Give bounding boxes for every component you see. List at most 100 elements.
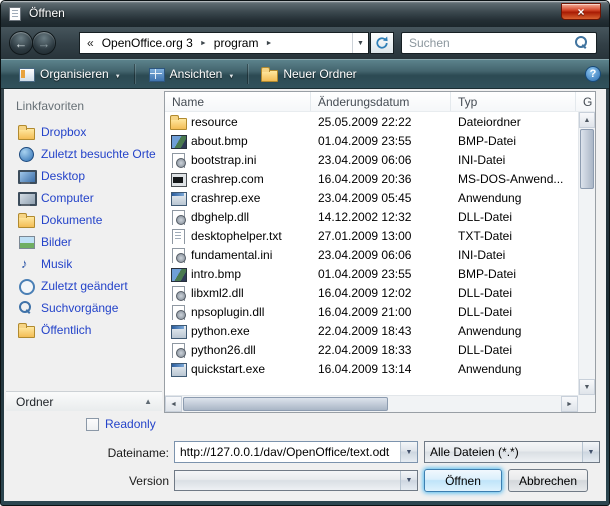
table-row[interactable]: npsoplugin.dll 16.04.2009 21:00 DLL-Date… bbox=[165, 302, 578, 321]
table-row[interactable]: resource 25.05.2009 22:22 Dateiordner bbox=[165, 112, 578, 131]
breadcrumb-separator-icon[interactable]: ► bbox=[262, 40, 275, 47]
table-row[interactable]: dbghelp.dll 14.12.2002 12:32 DLL-Datei bbox=[165, 207, 578, 226]
table-row[interactable]: quickstart.exe 16.04.2009 13:14 Anwendun… bbox=[165, 359, 578, 378]
scroll-right-button[interactable] bbox=[561, 396, 578, 412]
vertical-scrollbar[interactable] bbox=[578, 112, 595, 395]
back-button[interactable]: ← bbox=[9, 31, 33, 55]
open-button[interactable]: Öffnen bbox=[424, 469, 502, 492]
filetype-select[interactable]: Alle Dateien (*.*) bbox=[424, 441, 600, 463]
refresh-button[interactable] bbox=[370, 32, 394, 54]
scroll-up-button[interactable] bbox=[579, 112, 595, 128]
close-icon: × bbox=[577, 5, 584, 19]
table-row[interactable]: fundamental.ini 23.04.2009 06:06 INI-Dat… bbox=[165, 245, 578, 264]
table-row[interactable]: python26.dll 22.04.2009 18:33 DLL-Datei bbox=[165, 340, 578, 359]
filetype-dropdown-icon[interactable] bbox=[582, 442, 599, 462]
organize-button[interactable]: Organisieren bbox=[9, 63, 130, 85]
readonly-checkbox[interactable] bbox=[86, 418, 99, 431]
sidebar-item-desktop[interactable]: Desktop bbox=[6, 165, 162, 187]
column-header-date[interactable]: Änderungsdatum bbox=[311, 92, 451, 111]
file-date: 22.04.2009 18:43 bbox=[311, 324, 451, 338]
favorites-heading: Linkfavoriten bbox=[6, 93, 162, 121]
table-row[interactable]: crashrep.exe 23.04.2009 05:45 Anwendung bbox=[165, 188, 578, 207]
sidebar-item-label: Computer bbox=[41, 191, 94, 205]
readonly-row: Readonly bbox=[86, 417, 156, 431]
sidebar-item-suchvorgänge[interactable]: Suchvorgänge bbox=[6, 297, 162, 319]
sidebar-item-zuletzt-besuchte-orte[interactable]: Zuletzt besuchte Orte bbox=[6, 143, 162, 165]
filename-dropdown-icon[interactable] bbox=[400, 442, 417, 462]
table-row[interactable]: about.bmp 01.04.2009 23:55 BMP-Datei bbox=[165, 131, 578, 150]
sidebar-item-musik[interactable]: Musik bbox=[6, 253, 162, 275]
file-date: 01.04.2009 23:55 bbox=[311, 267, 451, 281]
search-icon[interactable] bbox=[575, 36, 589, 50]
views-button[interactable]: Ansichten bbox=[139, 63, 244, 85]
column-header-size[interactable]: G bbox=[576, 92, 595, 111]
navigation-bar: ← → « OpenOffice.org 3 ► program ► Suche… bbox=[1, 27, 609, 59]
version-label: Version bbox=[4, 474, 169, 488]
file-name: crashrep.com bbox=[191, 172, 264, 186]
filename-input[interactable]: http://127.0.0.1/dav/OpenOffice/text.odt bbox=[174, 441, 418, 463]
sidebar-item-dropbox[interactable]: Dropbox bbox=[6, 121, 162, 143]
table-row[interactable]: bootstrap.ini 23.04.2009 06:06 INI-Datei bbox=[165, 150, 578, 169]
table-row[interactable]: intro.bmp 01.04.2009 23:55 BMP-Datei bbox=[165, 264, 578, 283]
scroll-left-button[interactable] bbox=[165, 396, 182, 412]
sidebar-item-icon bbox=[18, 234, 34, 250]
file-type: INI-Datei bbox=[451, 248, 576, 262]
file-name: intro.bmp bbox=[191, 267, 241, 281]
scrollbar-corner bbox=[578, 395, 595, 412]
forward-button[interactable]: → bbox=[32, 31, 56, 55]
filename-value[interactable]: http://127.0.0.1/dav/OpenOffice/text.odt bbox=[175, 445, 400, 459]
table-row[interactable]: desktophelper.txt 27.01.2009 13:00 TXT-D… bbox=[165, 226, 578, 245]
file-name: python26.dll bbox=[191, 343, 256, 357]
new-folder-button[interactable]: Neuer Ordner bbox=[252, 63, 365, 85]
file-date: 23.04.2009 06:06 bbox=[311, 153, 451, 167]
file-icon bbox=[170, 266, 186, 282]
sidebar-item-icon bbox=[18, 256, 34, 272]
breadcrumb[interactable]: « OpenOffice.org 3 ► program ► bbox=[79, 32, 369, 54]
version-dropdown-icon[interactable] bbox=[400, 471, 417, 490]
horizontal-scrollbar[interactable] bbox=[165, 395, 578, 412]
file-date: 22.04.2009 18:33 bbox=[311, 343, 451, 357]
sidebar-item-icon bbox=[18, 146, 34, 162]
column-header-type[interactable]: Typ bbox=[451, 92, 576, 111]
readonly-label: Readonly bbox=[105, 417, 156, 431]
sidebar-item-zuletzt-geändert[interactable]: Zuletzt geändert bbox=[6, 275, 162, 297]
folders-expander[interactable]: Ordner bbox=[6, 391, 162, 411]
version-select[interactable] bbox=[174, 470, 418, 491]
breadcrumb-item-openoffice[interactable]: OpenOffice.org 3 bbox=[98, 36, 197, 50]
file-type: DLL-Datei bbox=[451, 210, 576, 224]
sidebar-item-bilder[interactable]: Bilder bbox=[6, 231, 162, 253]
scroll-down-button[interactable] bbox=[579, 379, 595, 395]
sidebar-item-label: Desktop bbox=[41, 169, 85, 183]
file-icon bbox=[170, 114, 186, 130]
vertical-scroll-thumb[interactable] bbox=[580, 129, 594, 189]
file-date: 23.04.2009 05:45 bbox=[311, 191, 451, 205]
search-input[interactable]: Suchen bbox=[401, 32, 597, 54]
table-row[interactable]: crashrep.com 16.04.2009 20:36 MS-DOS-Anw… bbox=[165, 169, 578, 188]
file-name: dbghelp.dll bbox=[191, 210, 249, 224]
file-name: quickstart.exe bbox=[191, 362, 265, 376]
horizontal-scroll-thumb[interactable] bbox=[183, 397, 388, 411]
column-header-name[interactable]: Name bbox=[165, 92, 311, 111]
title-bar[interactable]: Öffnen × bbox=[1, 1, 609, 27]
cancel-button[interactable]: Abbrechen bbox=[508, 469, 588, 492]
file-name: about.bmp bbox=[191, 134, 248, 148]
breadcrumb-separator-icon[interactable]: ► bbox=[197, 40, 210, 47]
breadcrumb-item-program[interactable]: program bbox=[210, 36, 263, 50]
sidebar-item-computer[interactable]: Computer bbox=[6, 187, 162, 209]
help-button[interactable]: ? bbox=[585, 66, 601, 82]
close-button[interactable]: × bbox=[561, 3, 601, 20]
sidebar-item-icon bbox=[18, 278, 34, 294]
sidebar-item-label: Öffentlich bbox=[41, 323, 91, 337]
breadcrumb-history-dropdown[interactable] bbox=[352, 33, 368, 53]
file-list: Name Änderungsdatum Typ G resource 25.05… bbox=[164, 91, 596, 413]
new-folder-icon bbox=[261, 66, 277, 82]
breadcrumb-collapsed[interactable]: « bbox=[80, 36, 98, 50]
table-row[interactable]: python.exe 22.04.2009 18:43 Anwendung bbox=[165, 321, 578, 340]
table-row[interactable]: libxml2.dll 16.04.2009 12:02 DLL-Datei bbox=[165, 283, 578, 302]
file-icon bbox=[170, 171, 186, 187]
file-icon bbox=[170, 190, 186, 206]
sidebar-item-dokumente[interactable]: Dokumente bbox=[6, 209, 162, 231]
sidebar-item-öffentlich[interactable]: Öffentlich bbox=[6, 319, 162, 341]
file-icon bbox=[170, 228, 186, 244]
sidebar-item-icon bbox=[18, 124, 34, 140]
